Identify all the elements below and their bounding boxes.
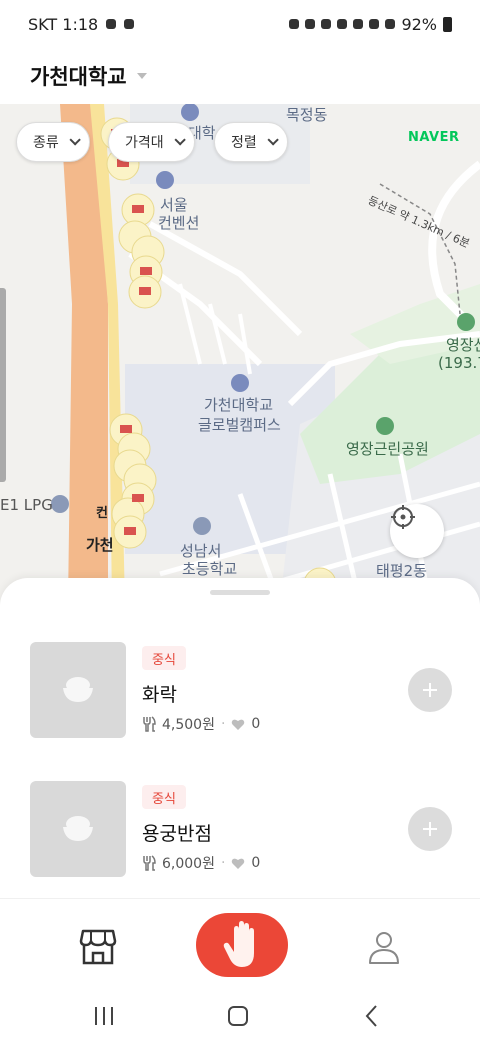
sim-icon bbox=[289, 19, 300, 29]
map-label-park: 영장근린공원 bbox=[346, 440, 429, 458]
back-button[interactable] bbox=[352, 998, 392, 1034]
recents-icon bbox=[95, 1007, 113, 1025]
rice-bowl-icon bbox=[63, 677, 93, 702]
chevron-down-icon[interactable] bbox=[136, 73, 147, 79]
map-label-elevation: (193.7 bbox=[438, 354, 480, 372]
bottom-navigation bbox=[0, 898, 480, 990]
map-label-mountain: 영장산 bbox=[446, 336, 480, 354]
chevron-down-icon bbox=[69, 134, 81, 146]
utensils-icon bbox=[143, 855, 156, 871]
apps-icon bbox=[124, 19, 135, 29]
filter-chip-price[interactable]: 가격대 bbox=[108, 122, 195, 162]
store-meta: 6,000원 · 0 bbox=[142, 853, 260, 873]
filter-chip-label: 정렬 bbox=[231, 135, 257, 151]
map-label-elementary: 초등학교 bbox=[182, 560, 238, 578]
plus-icon bbox=[423, 822, 437, 836]
store-meta: 4,500원 · 0 bbox=[142, 714, 260, 734]
map-view[interactable]: 목정동 대학 서울 컨벤션 가천대학교 글로벌캠퍼스 영장근린공원 영장산 (1… bbox=[0, 104, 480, 604]
battery-percent: 92% bbox=[401, 14, 437, 34]
store-name: 용궁반점 bbox=[142, 823, 212, 845]
heart-icon bbox=[232, 858, 245, 869]
heart-icon bbox=[232, 719, 245, 730]
hand-icon bbox=[223, 921, 254, 967]
side-drawer-handle[interactable] bbox=[0, 288, 6, 482]
store-likes: 0 bbox=[251, 855, 261, 871]
nav-profile-tab[interactable] bbox=[360, 923, 408, 971]
app-header: 가천대학교 bbox=[0, 48, 480, 104]
map-label-gachon: 가천대학교 bbox=[204, 396, 274, 414]
chevron-down-icon bbox=[267, 134, 279, 146]
plus-icon bbox=[423, 683, 437, 697]
person-icon bbox=[369, 932, 399, 964]
back-icon bbox=[365, 1005, 377, 1027]
store-likes: 0 bbox=[251, 716, 261, 732]
add-store-button[interactable] bbox=[408, 668, 452, 712]
utensils-icon bbox=[143, 716, 156, 732]
wifi-icon bbox=[369, 19, 380, 29]
store-list-item[interactable]: 중식 용궁반점 6,000원 · 0 bbox=[30, 781, 452, 877]
map-label-mokjeong: 목정동 bbox=[286, 106, 328, 124]
home-button[interactable] bbox=[218, 998, 258, 1034]
map-label-lpg: E1 LPG bbox=[0, 496, 53, 514]
store-thumbnail bbox=[30, 781, 126, 877]
screenshot-icon bbox=[106, 19, 117, 29]
home-icon bbox=[228, 1006, 248, 1026]
alarm-icon bbox=[305, 19, 316, 29]
map-label-global-campus: 글로벌캠퍼스 bbox=[198, 416, 281, 434]
battery-icon bbox=[443, 16, 452, 32]
location-icon bbox=[353, 19, 364, 29]
status-bar: SKT 1:18 92% bbox=[0, 0, 480, 48]
bluetooth-icon bbox=[321, 19, 332, 29]
campus-selector-title[interactable]: 가천대학교 bbox=[30, 61, 127, 91]
filter-chip-label: 가격대 bbox=[125, 135, 164, 151]
naver-logo: NAVER bbox=[408, 130, 460, 145]
current-location-button[interactable] bbox=[390, 504, 444, 558]
store-price: 4,500원 bbox=[162, 717, 215, 733]
nav-center-hand-button[interactable] bbox=[196, 913, 288, 977]
signal-icon bbox=[385, 19, 396, 29]
map-label-convention: 컨벤션 bbox=[158, 214, 200, 232]
sheet-drag-handle[interactable] bbox=[210, 590, 270, 595]
storefront-icon bbox=[79, 929, 117, 965]
category-badge: 중식 bbox=[142, 785, 186, 809]
store-thumbnail bbox=[30, 642, 126, 738]
filter-chip-label: 종류 bbox=[33, 135, 59, 151]
store-price: 6,000원 bbox=[162, 856, 215, 872]
add-store-button[interactable] bbox=[408, 807, 452, 851]
store-name: 화락 bbox=[142, 684, 177, 706]
store-list-item[interactable]: 중식 화락 4,500원 · 0 bbox=[30, 642, 452, 738]
system-navigation-bar bbox=[0, 990, 480, 1040]
filter-chip-sort[interactable]: 정렬 bbox=[214, 122, 288, 162]
crosshair-icon bbox=[391, 505, 415, 529]
category-badge: 중식 bbox=[142, 646, 186, 670]
map-label-k: 컨 bbox=[96, 506, 108, 521]
map-label-ga: 가천 bbox=[86, 536, 114, 554]
mute-icon bbox=[337, 19, 348, 29]
filter-chip-type[interactable]: 종류 bbox=[16, 122, 90, 162]
carrier-time: SKT 1:18 bbox=[28, 14, 99, 34]
store-list-sheet[interactable]: 중식 화락 4,500원 · 0 중식 용궁반점 6,000원 · 0 bbox=[0, 578, 480, 898]
rice-bowl-icon bbox=[63, 816, 93, 841]
chevron-down-icon bbox=[174, 134, 186, 146]
recent-apps-button[interactable] bbox=[84, 998, 124, 1034]
nav-store-tab[interactable] bbox=[74, 923, 122, 971]
